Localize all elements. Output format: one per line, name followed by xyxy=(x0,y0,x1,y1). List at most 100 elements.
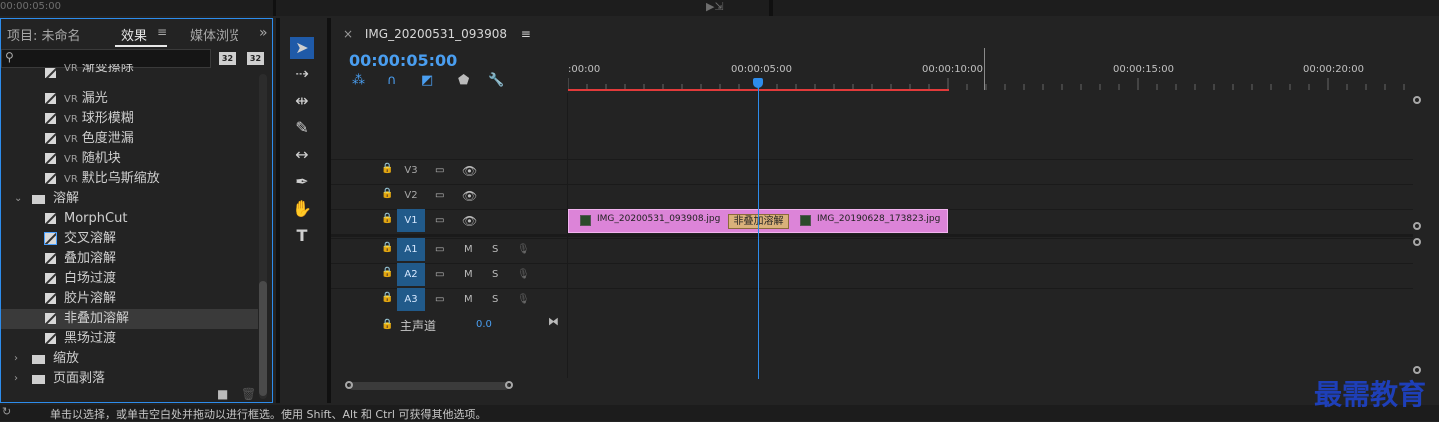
selection-tool-icon[interactable]: ➤ xyxy=(290,37,314,59)
track-target-toggle[interactable]: V2 xyxy=(397,184,425,207)
ruler-label: 00:00:10:00 xyxy=(922,64,984,75)
lock-icon[interactable]: 🔒 xyxy=(381,292,393,303)
sync-lock-icon[interactable]: ▭ xyxy=(435,209,444,233)
tree-effect[interactable]: VR 默比乌斯缩放 xyxy=(1,169,258,189)
folder-label: 溶解 xyxy=(53,191,80,206)
lock-icon[interactable]: 🔒 xyxy=(381,319,393,330)
tree-effect[interactable]: VR 色度泄漏 xyxy=(1,129,258,149)
effect-label: 黑场过渡 xyxy=(64,331,117,346)
track-target-toggle[interactable]: V3 xyxy=(397,159,425,182)
sync-lock-icon[interactable]: ▭ xyxy=(435,238,444,262)
hamburger-icon[interactable]: ≡ xyxy=(521,27,531,41)
mute-button[interactable]: M xyxy=(464,238,473,262)
pen-tool-icon[interactable]: ✒ xyxy=(290,171,314,193)
tab-media-browser[interactable]: 媒体浏览 xyxy=(190,25,238,44)
tree-effect[interactable]: 胶片溶解 xyxy=(1,289,258,309)
snap-magnet-icon[interactable]: ∩ xyxy=(387,73,397,88)
lock-icon[interactable]: 🔒 xyxy=(381,242,393,253)
mute-button[interactable]: M xyxy=(464,263,473,287)
v-scroll-handle[interactable] xyxy=(1413,238,1421,246)
tree-effect[interactable]: VR 球形模糊 xyxy=(1,109,258,129)
chevron-double-right-icon[interactable]: » xyxy=(259,25,268,41)
solo-button[interactable]: S xyxy=(492,238,498,262)
playhead-timecode[interactable]: 00:00:05:00 xyxy=(349,51,457,70)
h-scroll-thumb[interactable] xyxy=(349,382,509,390)
type-tool-icon[interactable]: T xyxy=(290,225,314,247)
video-audio-separator xyxy=(331,234,1413,237)
tree-effect[interactable]: 交叉溶解 xyxy=(1,229,258,249)
trash-icon[interactable]: 🗑 xyxy=(241,387,256,401)
playhead-line xyxy=(758,86,759,379)
solo-button[interactable]: S xyxy=(492,263,498,287)
track-header-v1: 🔒 V1 ▭ 👁 xyxy=(331,209,567,233)
track-target-toggle[interactable]: A1 xyxy=(397,238,425,261)
tree-folder[interactable]: ⌄ 溶解 xyxy=(1,189,258,209)
eye-icon[interactable]: 👁 xyxy=(462,209,477,233)
mute-button[interactable]: M xyxy=(464,288,473,312)
tree-effect[interactable]: VR 渐变擦除 xyxy=(1,64,258,78)
tree-effect[interactable]: 黑场过渡 xyxy=(1,329,258,349)
hamburger-icon[interactable]: ≡ xyxy=(157,25,167,39)
lock-icon[interactable]: 🔒 xyxy=(381,188,393,199)
h-scroll-handle[interactable] xyxy=(505,381,513,389)
status-text: 单击以选择，或单击空白处并拖动以进行框选。使用 Shift、Alt 和 Ctrl… xyxy=(50,408,487,421)
effect-icon xyxy=(45,68,56,78)
export-icon[interactable]: ▶⇲ xyxy=(706,0,724,13)
microphone-icon[interactable]: 🎙 xyxy=(517,263,530,287)
tree-folder[interactable]: › 页面剥落 xyxy=(1,369,258,389)
track-target-toggle[interactable]: A3 xyxy=(397,288,425,311)
razor-tool-icon[interactable]: ✎ xyxy=(290,117,314,139)
master-label: 主声道 xyxy=(400,319,437,333)
chevron-right-icon[interactable]: › xyxy=(14,369,18,389)
sync-lock-icon[interactable]: ▭ xyxy=(435,184,444,208)
track-header-v3: 🔒 V3 ▭ 👁 xyxy=(331,159,567,183)
lock-icon[interactable]: 🔒 xyxy=(381,213,393,224)
folder-icon xyxy=(32,195,45,204)
tab-project[interactable]: 项目: 未命名 xyxy=(7,25,81,44)
lock-icon[interactable]: 🔒 xyxy=(381,267,393,278)
lock-icon[interactable]: 🔒 xyxy=(381,163,393,174)
go-to-end-icon[interactable]: ⧓ xyxy=(548,315,559,328)
linked-selection-icon[interactable]: ◩ xyxy=(421,73,433,88)
new-bin-icon[interactable]: ■ xyxy=(217,387,228,401)
tab-effects[interactable]: 效果 xyxy=(121,25,147,44)
chevron-down-icon[interactable]: ⌄ xyxy=(14,189,22,209)
sync-lock-icon[interactable]: ▭ xyxy=(435,159,444,183)
microphone-icon[interactable]: 🎙 xyxy=(517,238,530,262)
v-scroll-handle[interactable] xyxy=(1413,222,1421,230)
tree-effect[interactable]: 非叠加溶解 xyxy=(1,309,258,329)
h-scroll-handle[interactable] xyxy=(345,381,353,389)
eye-icon[interactable]: 👁 xyxy=(462,184,477,208)
tree-folder[interactable]: › 缩放 xyxy=(1,349,258,369)
slip-tool-icon[interactable]: ↔ xyxy=(290,144,314,166)
hand-tool-icon[interactable]: ✋ xyxy=(290,198,314,220)
effects-scrollbar-thumb[interactable] xyxy=(259,281,267,396)
effect-label: 白场过渡 xyxy=(64,271,117,286)
effect-label: 球形模糊 xyxy=(81,111,134,126)
v-scroll-handle[interactable] xyxy=(1413,96,1421,104)
sequence-tab[interactable]: × IMG_20200531_093908 ≡ xyxy=(343,27,531,41)
sync-lock-icon[interactable]: ▭ xyxy=(435,288,444,312)
track-select-tool-icon[interactable]: ⇢ xyxy=(290,63,314,85)
master-volume-value[interactable]: 0.0 xyxy=(476,319,492,330)
active-tab-underline xyxy=(115,45,167,47)
ruler-label: 00:00:20:00 xyxy=(1303,64,1365,75)
tree-effect[interactable]: VR 漏光 xyxy=(1,89,258,109)
solo-button[interactable]: S xyxy=(492,288,498,312)
sync-lock-icon[interactable]: ▭ xyxy=(435,263,444,287)
tree-effect[interactable]: 叠加溶解 xyxy=(1,249,258,269)
tree-effect[interactable]: VR 随机块 xyxy=(1,149,258,169)
eye-icon[interactable]: 👁 xyxy=(462,159,477,183)
wrench-icon[interactable]: 🔧 xyxy=(488,73,504,88)
chevron-right-icon[interactable]: › xyxy=(14,349,18,369)
track-target-toggle[interactable]: A2 xyxy=(397,263,425,286)
close-icon[interactable]: × xyxy=(343,27,353,41)
nest-toggle-icon[interactable]: ⁂ xyxy=(352,73,365,88)
ripple-edit-tool-icon[interactable]: ⇹ xyxy=(290,90,314,112)
track-header-a1: 🔒 A1 ▭ M S 🎙 xyxy=(331,238,567,262)
tree-effect[interactable]: MorphCut xyxy=(1,209,258,229)
track-target-toggle[interactable]: V1 xyxy=(397,209,425,232)
microphone-icon[interactable]: 🎙 xyxy=(517,288,530,312)
tree-effect[interactable]: 白场过渡 xyxy=(1,269,258,289)
add-marker-icon[interactable]: ⬟ xyxy=(458,73,469,88)
